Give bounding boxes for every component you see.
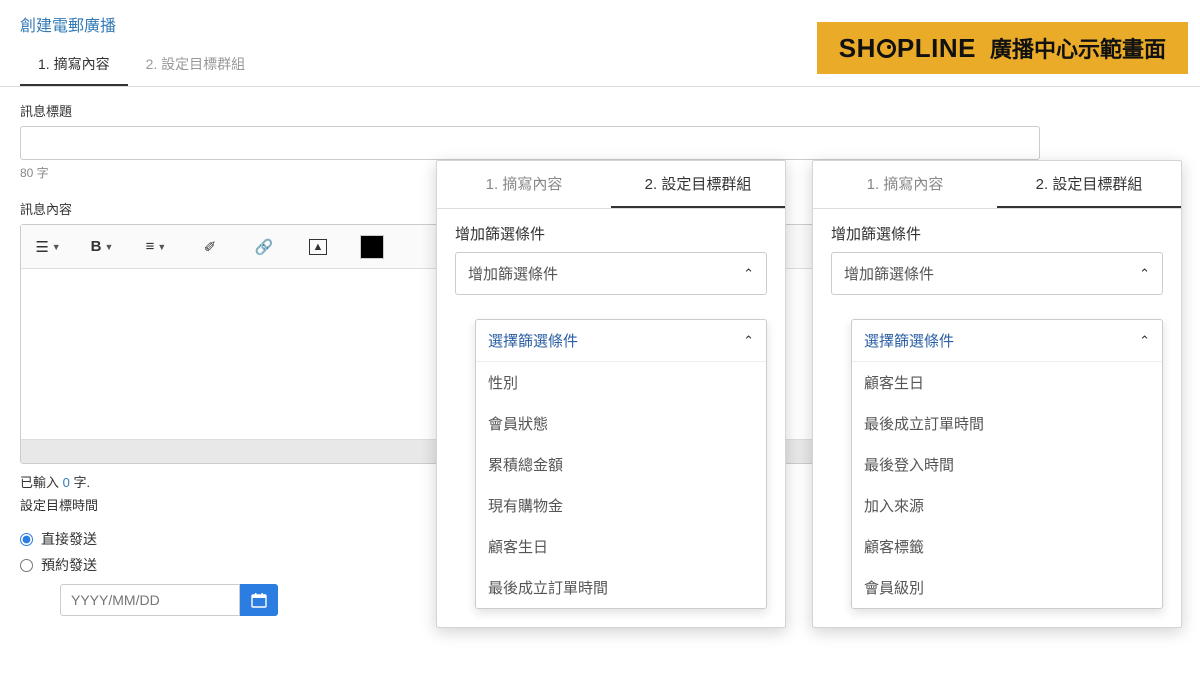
filter-option[interactable]: 性別 xyxy=(476,362,766,403)
panel2-tab-target[interactable]: 2. 設定目標群組 xyxy=(997,161,1181,208)
radio-schedule-label: 預約發送 xyxy=(41,555,97,575)
eraser-icon[interactable]: ✐ xyxy=(183,225,237,269)
logo-text-a: SH xyxy=(839,33,876,64)
filter-panel-1: 1. 摘寫內容 2. 設定目標群組 增加篩選條件 增加篩選條件 ⌃ 選擇篩選條件… xyxy=(436,160,786,628)
logo-text-b: PLINE xyxy=(897,33,976,64)
panel1-filter-dropdown: 選擇篩選條件 ⌃ 性別 會員狀態 累積總金額 現有購物金 顧客生日 最後成立訂單… xyxy=(475,319,767,609)
list-icon[interactable]: ☰▼ xyxy=(21,225,75,269)
panel1-add-filter-select[interactable]: 增加篩選條件 ⌃ xyxy=(455,252,767,295)
filter-option[interactable]: 加入來源 xyxy=(852,485,1162,526)
radio-schedule-input[interactable] xyxy=(20,559,33,572)
filter-option[interactable]: 顧客標籤 xyxy=(852,526,1162,567)
banner-text: 廣播中心示範畫面 xyxy=(990,32,1166,64)
panel1-option-list: 性別 會員狀態 累積總金額 現有購物金 顧客生日 最後成立訂單時間 xyxy=(476,362,766,608)
panel1-tabs: 1. 摘寫內容 2. 設定目標群組 xyxy=(437,161,785,209)
tab-target-group[interactable]: 2. 設定目標群組 xyxy=(128,44,264,86)
tab-compose-content[interactable]: 1. 摘寫內容 xyxy=(20,44,128,86)
date-input[interactable] xyxy=(60,584,240,616)
link-icon[interactable]: 🔗 xyxy=(237,225,291,269)
filter-option[interactable]: 累積總金額 xyxy=(476,444,766,485)
panel2-add-filter-label: 增加篩選條件 xyxy=(844,263,934,284)
filter-option[interactable]: 最後登入時間 xyxy=(852,444,1162,485)
filter-option[interactable]: 最後成立訂單時間 xyxy=(852,403,1162,444)
filter-option[interactable]: 會員級別 xyxy=(852,567,1162,608)
radio-send-now-label: 直接發送 xyxy=(41,529,97,549)
chevron-up-icon: ⌃ xyxy=(1139,333,1150,349)
logo-circle-icon xyxy=(877,39,896,58)
filter-panel-2: 1. 摘寫內容 2. 設定目標群組 增加篩選條件 增加篩選條件 ⌃ 選擇篩選條件… xyxy=(812,160,1182,628)
panel1-add-filter-label: 增加篩選條件 xyxy=(468,263,558,284)
panel1-sub-select-label: 選擇篩選條件 xyxy=(488,330,578,351)
msg-title-input[interactable] xyxy=(20,126,1040,160)
radio-send-now-input[interactable] xyxy=(20,533,33,546)
filter-option[interactable]: 顧客生日 xyxy=(852,362,1162,403)
panel2-filter-dropdown: 選擇篩選條件 ⌃ 顧客生日 最後成立訂單時間 最後登入時間 加入來源 顧客標籤 … xyxy=(851,319,1163,609)
chevron-up-icon: ⌃ xyxy=(743,266,754,282)
chevron-up-icon: ⌃ xyxy=(1139,266,1150,282)
panel1-filter-dropdown-head[interactable]: 選擇篩選條件 ⌃ xyxy=(476,320,766,362)
panel1-tab-target[interactable]: 2. 設定目標群組 xyxy=(611,161,785,208)
filter-option[interactable]: 現有購物金 xyxy=(476,485,766,526)
panel2-tabs: 1. 摘寫內容 2. 設定目標群組 xyxy=(813,161,1181,209)
filter-option[interactable]: 最後成立訂單時間 xyxy=(476,567,766,608)
bold-icon[interactable]: B▼ xyxy=(75,225,129,269)
calendar-icon[interactable] xyxy=(240,584,278,616)
panel1-tab-compose[interactable]: 1. 摘寫內容 xyxy=(437,161,611,208)
color-picker-icon[interactable] xyxy=(345,225,399,269)
chevron-up-icon: ⌃ xyxy=(743,333,754,349)
filter-option[interactable]: 顧客生日 xyxy=(476,526,766,567)
panel1-filter-heading: 增加篩選條件 xyxy=(437,209,785,252)
panel2-option-list: 顧客生日 最後成立訂單時間 最後登入時間 加入來源 顧客標籤 會員級別 xyxy=(852,362,1162,608)
panel2-add-filter-select[interactable]: 增加篩選條件 ⌃ xyxy=(831,252,1163,295)
panel2-sub-select-label: 選擇篩選條件 xyxy=(864,330,954,351)
demo-banner: SH PLINE 廣播中心示範畫面 xyxy=(817,22,1188,74)
panel2-filter-dropdown-head[interactable]: 選擇篩選條件 ⌃ xyxy=(852,320,1162,362)
panel2-tab-compose[interactable]: 1. 摘寫內容 xyxy=(813,161,997,208)
image-icon[interactable]: ▲ xyxy=(291,225,345,269)
align-icon[interactable]: ≡▼ xyxy=(129,225,183,269)
label-msg-title: 訊息標題 xyxy=(0,87,1200,126)
filter-option[interactable]: 會員狀態 xyxy=(476,403,766,444)
shopline-logo: SH PLINE xyxy=(839,33,976,64)
panel2-filter-heading: 增加篩選條件 xyxy=(813,209,1181,252)
